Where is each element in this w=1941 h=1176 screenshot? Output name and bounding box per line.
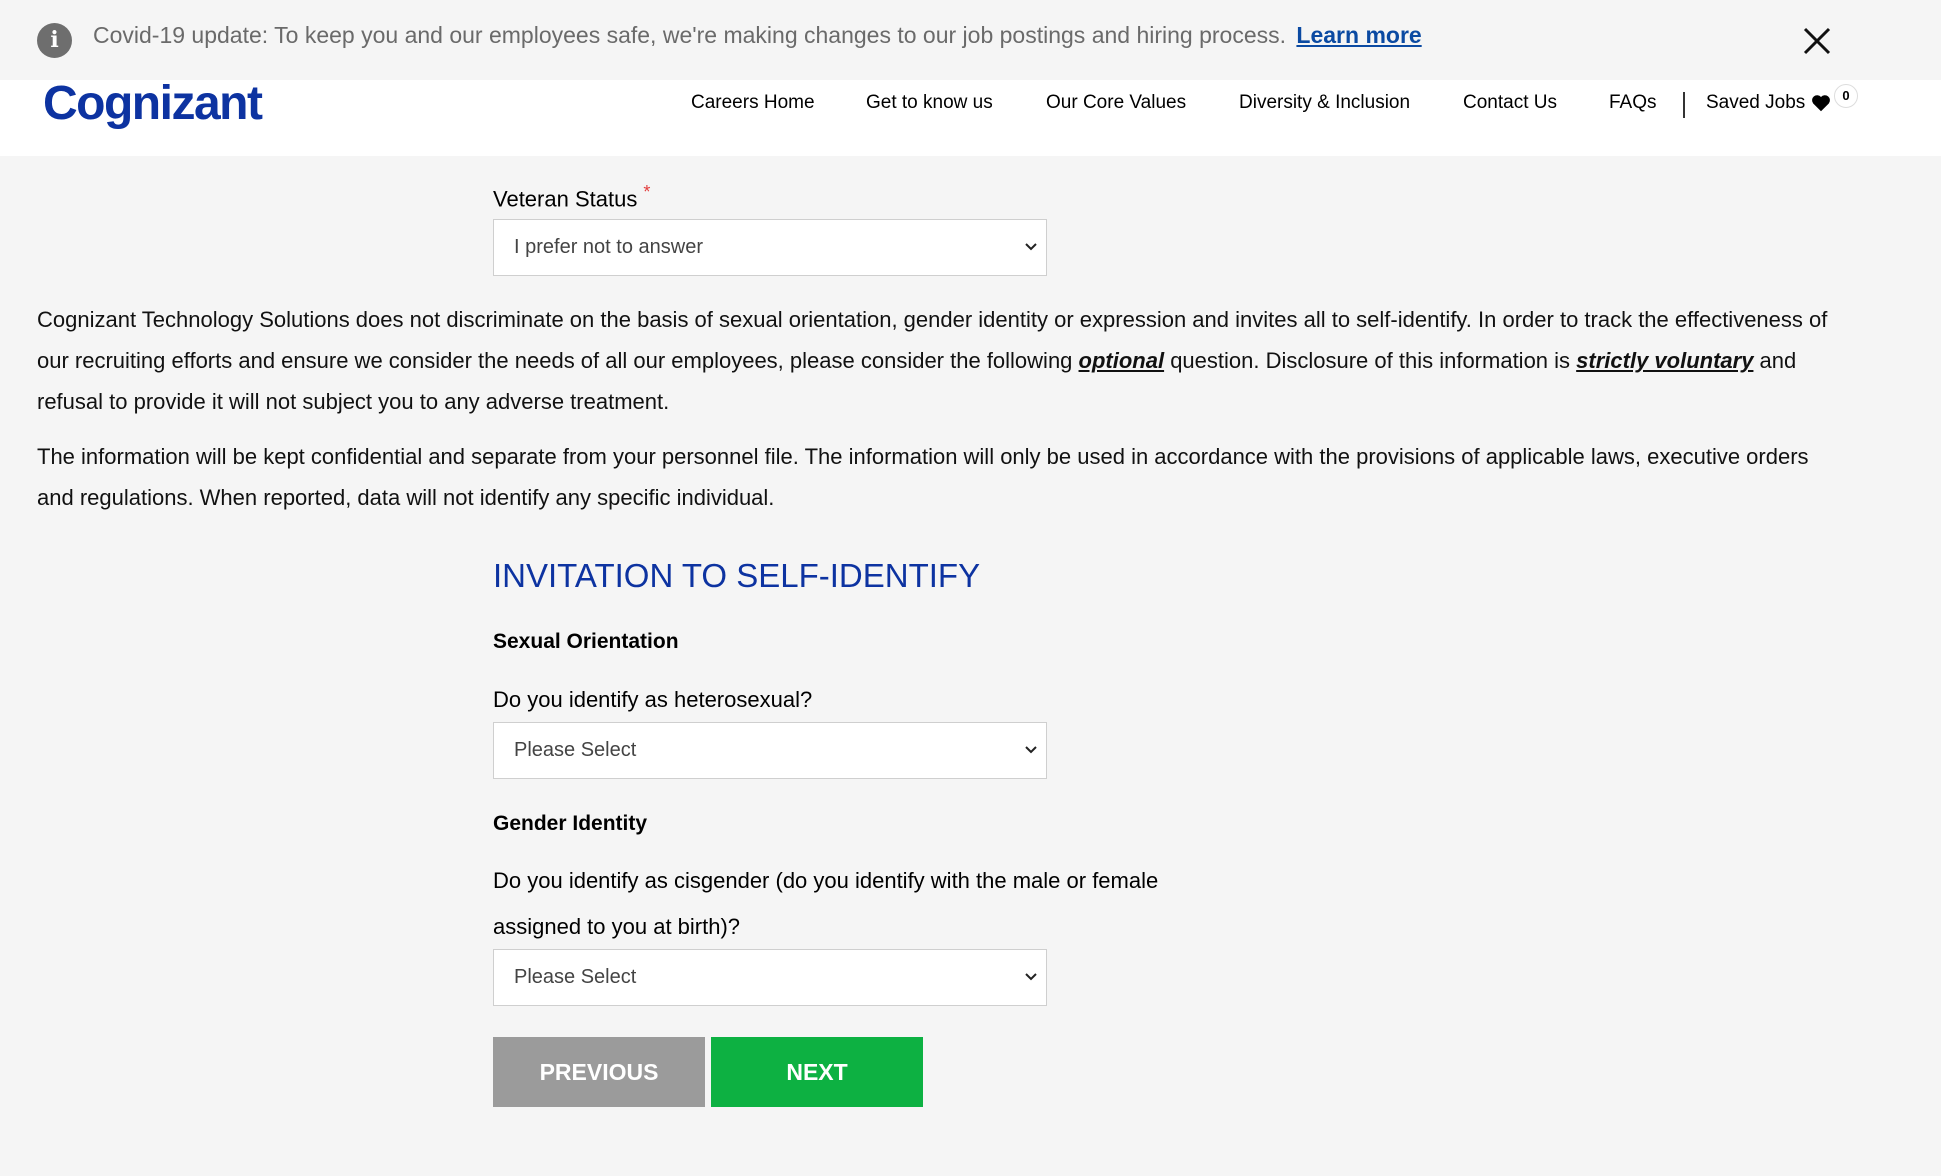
previous-button[interactable]: PREVIOUS (493, 1037, 705, 1107)
gender-identity-select[interactable]: Please Select (493, 949, 1047, 1006)
disclosure-paragraph: Cognizant Technology Solutions does not … (37, 299, 1847, 422)
veteran-status-label: Veteran Status * (493, 182, 650, 212)
voluntary-emphasis: strictly voluntary (1576, 348, 1754, 373)
section-title: INVITATION TO SELF-IDENTIFY (493, 557, 981, 594)
gender-identity-heading: Gender Identity (493, 812, 648, 835)
chevron-down-icon (1025, 973, 1037, 981)
heart-icon[interactable] (1810, 92, 1832, 114)
covid-text: Covid-19 update: To keep you and our emp… (93, 22, 1422, 49)
nav-diversity-inclusion[interactable]: Diversity & Inclusion (1239, 92, 1410, 114)
veteran-status-text: Veteran Status (493, 186, 638, 212)
close-icon[interactable] (1800, 24, 1834, 58)
disclosure-text-2: question. Disclosure of this information… (1164, 348, 1577, 373)
gender-identity-value: Please Select (514, 966, 637, 988)
next-button[interactable]: NEXT (711, 1037, 923, 1107)
nav-contact-us[interactable]: Contact Us (1463, 92, 1557, 114)
nav-get-to-know-us[interactable]: Get to know us (866, 92, 993, 114)
nav-careers-home[interactable]: Careers Home (691, 92, 815, 114)
optional-emphasis: optional (1078, 348, 1165, 373)
confidentiality-paragraph: The information will be kept confidentia… (37, 444, 1809, 510)
sexual-orientation-select[interactable]: Please Select (493, 722, 1047, 779)
sexual-orientation-value: Please Select (514, 739, 637, 761)
nav-core-values[interactable]: Our Core Values (1046, 92, 1186, 114)
covid-banner: i Covid-19 update: To keep you and our e… (0, 0, 1941, 80)
nav-separator (1683, 92, 1685, 118)
sexual-orientation-heading: Sexual Orientation (493, 630, 679, 653)
cisgender-question: Do you identify as cisgender (do you ide… (493, 868, 1159, 939)
cognizant-logo[interactable]: Cognizant (43, 76, 263, 131)
veteran-status-select[interactable]: I prefer not to answer (493, 219, 1047, 276)
saved-jobs-link[interactable]: Saved Jobs (1706, 92, 1805, 114)
chevron-down-icon (1025, 243, 1037, 251)
saved-count-badge: 0 (1834, 84, 1858, 108)
required-mark: * (643, 182, 651, 202)
learn-more-link[interactable]: Learn more (1296, 22, 1421, 48)
covid-message: Covid-19 update: To keep you and our emp… (93, 22, 1287, 48)
info-icon: i (37, 23, 72, 58)
chevron-down-icon (1025, 746, 1037, 754)
veteran-status-value: I prefer not to answer (514, 236, 703, 258)
nav-faqs[interactable]: FAQs (1609, 92, 1657, 114)
heterosexual-question: Do you identify as heterosexual? (493, 687, 813, 712)
